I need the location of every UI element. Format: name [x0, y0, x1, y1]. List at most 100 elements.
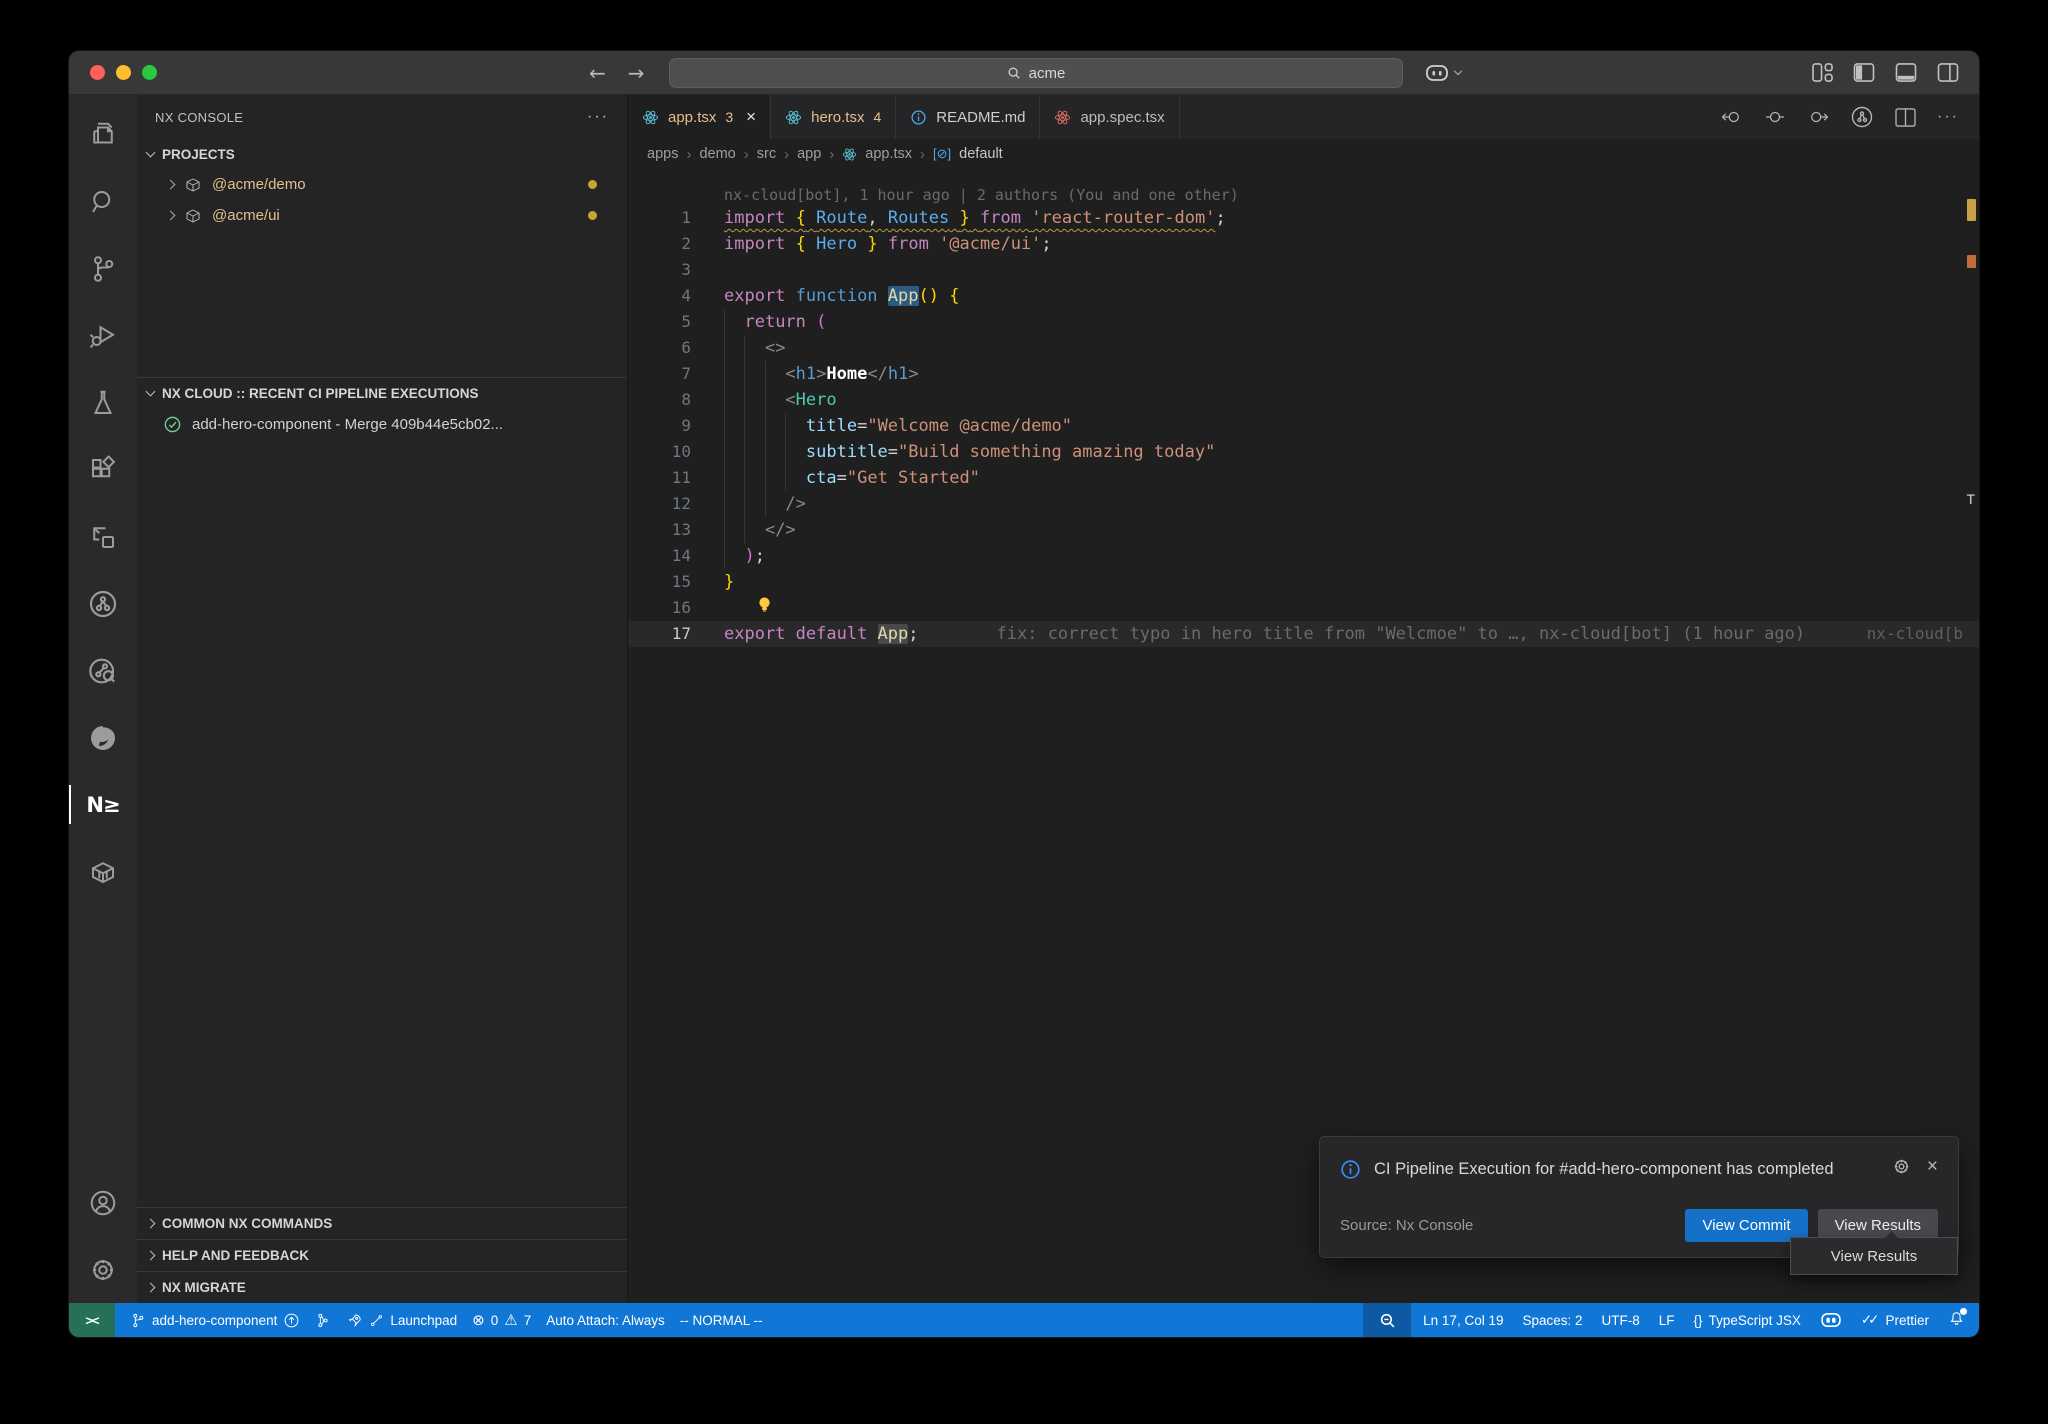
projects-section-header[interactable]: PROJECTS [137, 139, 627, 169]
language-label: TypeScript JSX [1709, 1313, 1801, 1328]
line-number: 10 [628, 439, 691, 465]
breadcrumb-item[interactable]: demo [699, 146, 735, 162]
code-line[interactable]: 4export function App() { [628, 283, 1979, 309]
code-line[interactable]: 6 <> [628, 335, 1979, 361]
auto-attach-item[interactable]: Auto Attach: Always [546, 1313, 665, 1328]
nx-console-icon[interactable]: N≥ [69, 771, 137, 838]
run-debug-icon[interactable] [69, 302, 137, 369]
check-circle-icon [163, 415, 182, 434]
tab-hero-tsx[interactable]: hero.tsx 4 [771, 95, 896, 139]
launchpad-item[interactable]: Launchpad [346, 1312, 457, 1329]
code-line[interactable]: 5 return ( [628, 309, 1979, 335]
maximize-window-button[interactable] [142, 65, 157, 80]
copilot-menu[interactable] [1425, 64, 1461, 82]
chevron-down-icon [1454, 67, 1462, 75]
code-line[interactable]: 14 ); [628, 543, 1979, 569]
git-branch-item[interactable]: add-hero-component [130, 1312, 300, 1329]
accounts-icon[interactable] [69, 1169, 137, 1236]
language-mode-item[interactable]: {} TypeScript JSX [1694, 1313, 1801, 1328]
code-line[interactable]: 7 <h1>Home</h1> [628, 361, 1979, 387]
extensions-icon[interactable] [69, 436, 137, 503]
chevron-right-icon [146, 1219, 156, 1229]
split-editor-icon[interactable] [1895, 108, 1916, 127]
help-and-feedback-header[interactable]: HELP AND FEEDBACK [137, 1240, 627, 1271]
next-change-icon[interactable] [1807, 108, 1829, 126]
breadcrumb-item[interactable]: apps [647, 146, 678, 162]
code-line[interactable]: 13 </> [628, 517, 1979, 543]
breadcrumb-item[interactable]: app [797, 146, 821, 162]
line-number: 4 [628, 283, 691, 309]
code-line[interactable]: 9 title="Welcome @acme/demo" [628, 413, 1979, 439]
remote-indicator[interactable]: >< [69, 1303, 115, 1337]
breadcrumb-item[interactable]: src [757, 146, 776, 162]
commit-graph-status-item[interactable] [315, 1312, 331, 1329]
forward-icon[interactable]: → [628, 61, 645, 85]
nx-migrate-header[interactable]: NX MIGRATE [137, 1272, 627, 1303]
testing-icon[interactable] [69, 369, 137, 436]
close-window-button[interactable] [90, 65, 105, 80]
editor-more-actions-icon[interactable]: ··· [1937, 108, 1959, 126]
code-line[interactable]: 12 /> [628, 491, 1979, 517]
breadcrumb: apps› demo› src› app› app.tsx› [⊘] defau… [628, 139, 1979, 169]
prettier-item[interactable]: ✓✓ Prettier [1861, 1312, 1929, 1328]
code-line[interactable]: 1import { Route, Routes } from 'react-ro… [628, 205, 1979, 231]
toggle-primary-sidebar-icon[interactable] [1853, 63, 1875, 82]
code-line[interactable]: 8 <Hero [628, 387, 1979, 413]
source-control-icon[interactable] [69, 235, 137, 302]
line-number: 7 [628, 361, 691, 387]
edge-browser-icon[interactable] [69, 704, 137, 771]
container-tools-icon[interactable] [69, 838, 137, 905]
cursor-position-item[interactable]: Ln 17, Col 19 [1423, 1313, 1503, 1328]
graph-inspect-icon[interactable] [69, 637, 137, 704]
pipeline-execution-item[interactable]: add-hero-component - Merge 409b44e5cb02.… [137, 408, 627, 441]
notification-close-icon[interactable]: × [1927, 1157, 1938, 1176]
notifications-bell[interactable] [1948, 1310, 1965, 1330]
vim-mode-indicator[interactable]: -- NORMAL -- [680, 1313, 763, 1328]
zoom-status-item[interactable] [1363, 1303, 1411, 1337]
tab-app-spec-tsx[interactable]: app.spec.tsx [1040, 95, 1179, 139]
problems-item[interactable]: ⊗ 0 ⚠ 7 [472, 1311, 531, 1329]
project-item-acme-demo[interactable]: @acme/demo [137, 169, 627, 200]
tab-app-tsx[interactable]: app.tsx 3 × [628, 95, 771, 139]
command-center-search[interactable]: acme [669, 58, 1403, 88]
back-icon[interactable]: ← [589, 61, 606, 85]
breadcrumb-item[interactable]: default [959, 146, 1003, 162]
code-line[interactable]: 15} [628, 569, 1979, 595]
tab-readme-md[interactable]: README.md [896, 95, 1040, 139]
encoding-item[interactable]: UTF-8 [1602, 1313, 1640, 1328]
breadcrumb-item[interactable]: app.tsx [865, 146, 912, 162]
copilot-status-item[interactable] [1820, 1312, 1842, 1328]
code-line[interactable]: 10 subtitle="Build something amazing tod… [628, 439, 1979, 465]
eol-item[interactable]: LF [1659, 1313, 1675, 1328]
code-line[interactable]: 16 [628, 595, 1979, 621]
code-editor[interactable]: nx-cloud[bot], 1 hour ago | 2 authors (Y… [628, 169, 1979, 1303]
customize-layout-icon[interactable] [1812, 63, 1833, 82]
line-number: 11 [628, 465, 691, 491]
nx-cloud-section-header[interactable]: NX CLOUD :: RECENT CI PIPELINE EXECUTION… [137, 378, 627, 408]
notification-settings-gear-icon[interactable] [1892, 1157, 1911, 1176]
explorer-icon[interactable] [69, 101, 137, 168]
line-number: 8 [628, 387, 691, 413]
indentation-item[interactable]: Spaces: 2 [1522, 1313, 1582, 1328]
sidebar-more-actions[interactable]: ··· [587, 108, 609, 126]
common-nx-commands-header[interactable]: COMMON NX COMMANDS [137, 1208, 627, 1239]
toggle-blame-icon[interactable] [1764, 108, 1786, 126]
project-item-acme-ui[interactable]: @acme/ui [137, 200, 627, 231]
toggle-secondary-sidebar-icon[interactable] [1937, 63, 1959, 82]
minimize-window-button[interactable] [116, 65, 131, 80]
code-line[interactable]: 2import { Hero } from '@acme/ui'; [628, 231, 1979, 257]
toggle-panel-icon[interactable] [1895, 63, 1917, 82]
code-line[interactable]: 3 [628, 257, 1979, 283]
settings-gear-icon[interactable] [69, 1236, 137, 1303]
lightbulb-icon[interactable] [757, 595, 772, 621]
close-tab-icon[interactable]: × [746, 107, 756, 127]
code-line[interactable]: 11 cta="Get Started" [628, 465, 1979, 491]
chevron-right-icon [146, 1283, 156, 1293]
search-sidebar-icon[interactable] [69, 168, 137, 235]
nx-cloud-graph-icon[interactable] [69, 570, 137, 637]
code-line[interactable]: 17export default App;fix: correct typo i… [628, 621, 1979, 647]
commit-graph-icon[interactable] [1850, 105, 1874, 129]
prev-change-icon[interactable] [1721, 108, 1743, 126]
remote-explorer-icon[interactable] [69, 503, 137, 570]
branch-name: add-hero-component [152, 1313, 277, 1328]
